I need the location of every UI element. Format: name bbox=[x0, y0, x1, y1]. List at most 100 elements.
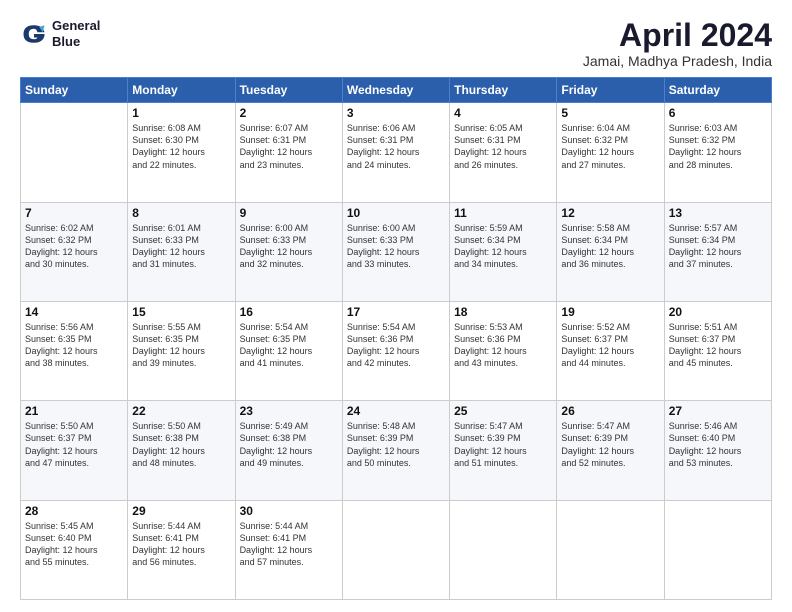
calendar-cell: 19 Sunrise: 5:52 AM Sunset: 6:37 PM Dayli… bbox=[557, 301, 664, 400]
subtitle: Jamai, Madhya Pradesh, India bbox=[583, 53, 772, 69]
day-info: Sunrise: 6:08 AM Sunset: 6:30 PM Dayligh… bbox=[132, 123, 205, 169]
day-number: 1 bbox=[132, 106, 230, 120]
calendar-header-tuesday: Tuesday bbox=[235, 78, 342, 103]
logo-text-line1: General bbox=[52, 18, 100, 34]
day-number: 8 bbox=[132, 206, 230, 220]
calendar-cell: 20Sunrise: 5:51 AM Sunset: 6:37 PM Dayli… bbox=[664, 301, 771, 400]
day-number: 5 bbox=[561, 106, 659, 120]
calendar-cell: 22Sunrise: 5:50 AM Sunset: 6:38 PM Dayli… bbox=[128, 401, 235, 500]
header: General Blue April 2024 Jamai, Madhya Pr… bbox=[20, 18, 772, 69]
calendar-header-wednesday: Wednesday bbox=[342, 78, 449, 103]
day-number: 15 bbox=[132, 305, 230, 319]
day-number: 18 bbox=[454, 305, 552, 319]
calendar-cell: 26 Sunrise: 5:47 AM Sunset: 6:39 PM Dayli… bbox=[557, 401, 664, 500]
calendar-cell: 15 Sunrise: 5:55 AM Sunset: 6:35 PM Dayli… bbox=[128, 301, 235, 400]
day-info: Sunrise: 6:06 AM Sunset: 6:31 PM Dayligh… bbox=[347, 123, 420, 169]
calendar-week-row: 7 Sunrise: 6:02 AM Sunset: 6:32 PM Daylig… bbox=[21, 202, 772, 301]
calendar-cell: 29 Sunrise: 5:44 AM Sunset: 6:41 PM Dayli… bbox=[128, 500, 235, 599]
day-number: 3 bbox=[347, 106, 445, 120]
calendar-week-row: 14 Sunrise: 5:56 AM Sunset: 6:35 PM Dayli… bbox=[21, 301, 772, 400]
day-number: 19 bbox=[561, 305, 659, 319]
calendar-cell: 7 Sunrise: 6:02 AM Sunset: 6:32 PM Daylig… bbox=[21, 202, 128, 301]
day-number: 26 bbox=[561, 404, 659, 418]
day-number: 28 bbox=[25, 504, 123, 518]
calendar-cell bbox=[450, 500, 557, 599]
calendar-cell: 13 Sunrise: 5:57 AM Sunset: 6:34 PM Dayli… bbox=[664, 202, 771, 301]
day-info: Sunrise: 6:04 AM Sunset: 6:32 PM Dayligh… bbox=[561, 123, 634, 169]
day-info: Sunrise: 5:52 AM Sunset: 6:37 PM Dayligh… bbox=[561, 322, 634, 368]
calendar-header-sunday: Sunday bbox=[21, 78, 128, 103]
calendar-cell: 6Sunrise: 6:03 AM Sunset: 6:32 PM Daylig… bbox=[664, 103, 771, 202]
logo-text-line2: Blue bbox=[52, 34, 100, 50]
day-number: 20 bbox=[669, 305, 767, 319]
day-number: 9 bbox=[240, 206, 338, 220]
day-info: Sunrise: 6:05 AM Sunset: 6:31 PM Dayligh… bbox=[454, 123, 527, 169]
calendar-header-monday: Monday bbox=[128, 78, 235, 103]
main-title: April 2024 bbox=[583, 18, 772, 53]
calendar-header-row: SundayMondayTuesdayWednesdayThursdayFrid… bbox=[21, 78, 772, 103]
calendar-cell: 9 Sunrise: 6:00 AM Sunset: 6:33 PM Daylig… bbox=[235, 202, 342, 301]
day-info: Sunrise: 5:45 AM Sunset: 6:40 PM Dayligh… bbox=[25, 521, 98, 567]
calendar-cell: 8 Sunrise: 6:01 AM Sunset: 6:33 PM Daylig… bbox=[128, 202, 235, 301]
day-info: Sunrise: 5:54 AM Sunset: 6:35 PM Dayligh… bbox=[240, 322, 313, 368]
calendar-cell: 5 Sunrise: 6:04 AM Sunset: 6:32 PM Daylig… bbox=[557, 103, 664, 202]
day-info: Sunrise: 5:44 AM Sunset: 6:41 PM Dayligh… bbox=[240, 521, 313, 567]
calendar-cell bbox=[664, 500, 771, 599]
calendar-cell bbox=[21, 103, 128, 202]
calendar-header-thursday: Thursday bbox=[450, 78, 557, 103]
calendar-cell: 3 Sunrise: 6:06 AM Sunset: 6:31 PM Daylig… bbox=[342, 103, 449, 202]
day-info: Sunrise: 5:44 AM Sunset: 6:41 PM Dayligh… bbox=[132, 521, 205, 567]
day-info: Sunrise: 6:01 AM Sunset: 6:33 PM Dayligh… bbox=[132, 223, 205, 269]
day-number: 29 bbox=[132, 504, 230, 518]
calendar-week-row: 21 Sunrise: 5:50 AM Sunset: 6:37 PM Dayli… bbox=[21, 401, 772, 500]
calendar-cell: 14 Sunrise: 5:56 AM Sunset: 6:35 PM Dayli… bbox=[21, 301, 128, 400]
logo-icon bbox=[20, 20, 48, 48]
calendar-week-row: 1 Sunrise: 6:08 AM Sunset: 6:30 PM Daylig… bbox=[21, 103, 772, 202]
day-number: 4 bbox=[454, 106, 552, 120]
day-number: 14 bbox=[25, 305, 123, 319]
calendar-cell: 30Sunrise: 5:44 AM Sunset: 6:41 PM Dayli… bbox=[235, 500, 342, 599]
calendar-cell: 18Sunrise: 5:53 AM Sunset: 6:36 PM Dayli… bbox=[450, 301, 557, 400]
calendar-cell: 2Sunrise: 6:07 AM Sunset: 6:31 PM Daylig… bbox=[235, 103, 342, 202]
day-number: 2 bbox=[240, 106, 338, 120]
day-number: 16 bbox=[240, 305, 338, 319]
day-info: Sunrise: 5:50 AM Sunset: 6:37 PM Dayligh… bbox=[25, 421, 98, 467]
day-number: 17 bbox=[347, 305, 445, 319]
day-info: Sunrise: 5:56 AM Sunset: 6:35 PM Dayligh… bbox=[25, 322, 98, 368]
day-number: 11 bbox=[454, 206, 552, 220]
day-info: Sunrise: 5:55 AM Sunset: 6:35 PM Dayligh… bbox=[132, 322, 205, 368]
title-block: April 2024 Jamai, Madhya Pradesh, India bbox=[583, 18, 772, 69]
day-info: Sunrise: 5:46 AM Sunset: 6:40 PM Dayligh… bbox=[669, 421, 742, 467]
calendar-cell: 10 Sunrise: 6:00 AM Sunset: 6:33 PM Dayli… bbox=[342, 202, 449, 301]
day-info: Sunrise: 5:57 AM Sunset: 6:34 PM Dayligh… bbox=[669, 223, 742, 269]
day-info: Sunrise: 5:59 AM Sunset: 6:34 PM Dayligh… bbox=[454, 223, 527, 269]
day-info: Sunrise: 5:47 AM Sunset: 6:39 PM Dayligh… bbox=[561, 421, 634, 467]
calendar-week-row: 28 Sunrise: 5:45 AM Sunset: 6:40 PM Dayli… bbox=[21, 500, 772, 599]
day-info: Sunrise: 6:02 AM Sunset: 6:32 PM Dayligh… bbox=[25, 223, 98, 269]
calendar-cell: 16 Sunrise: 5:54 AM Sunset: 6:35 PM Dayli… bbox=[235, 301, 342, 400]
day-number: 10 bbox=[347, 206, 445, 220]
day-info: Sunrise: 6:00 AM Sunset: 6:33 PM Dayligh… bbox=[347, 223, 420, 269]
calendar-cell bbox=[342, 500, 449, 599]
day-number: 22 bbox=[132, 404, 230, 418]
day-number: 7 bbox=[25, 206, 123, 220]
day-number: 13 bbox=[669, 206, 767, 220]
day-number: 12 bbox=[561, 206, 659, 220]
day-info: Sunrise: 5:48 AM Sunset: 6:39 PM Dayligh… bbox=[347, 421, 420, 467]
day-info: Sunrise: 6:00 AM Sunset: 6:33 PM Dayligh… bbox=[240, 223, 313, 269]
day-number: 25 bbox=[454, 404, 552, 418]
day-info: Sunrise: 5:58 AM Sunset: 6:34 PM Dayligh… bbox=[561, 223, 634, 269]
calendar-header-friday: Friday bbox=[557, 78, 664, 103]
calendar-cell: 17Sunrise: 5:54 AM Sunset: 6:36 PM Dayli… bbox=[342, 301, 449, 400]
calendar-cell: 25Sunrise: 5:47 AM Sunset: 6:39 PM Dayli… bbox=[450, 401, 557, 500]
calendar: SundayMondayTuesdayWednesdayThursdayFrid… bbox=[20, 77, 772, 600]
calendar-cell: 11 Sunrise: 5:59 AM Sunset: 6:34 PM Dayli… bbox=[450, 202, 557, 301]
calendar-cell: 12 Sunrise: 5:58 AM Sunset: 6:34 PM Dayli… bbox=[557, 202, 664, 301]
calendar-cell bbox=[557, 500, 664, 599]
day-number: 24 bbox=[347, 404, 445, 418]
logo: General Blue bbox=[20, 18, 100, 49]
page: General Blue April 2024 Jamai, Madhya Pr… bbox=[0, 0, 792, 612]
calendar-cell: 4 Sunrise: 6:05 AM Sunset: 6:31 PM Daylig… bbox=[450, 103, 557, 202]
day-number: 21 bbox=[25, 404, 123, 418]
calendar-cell: 21 Sunrise: 5:50 AM Sunset: 6:37 PM Dayli… bbox=[21, 401, 128, 500]
